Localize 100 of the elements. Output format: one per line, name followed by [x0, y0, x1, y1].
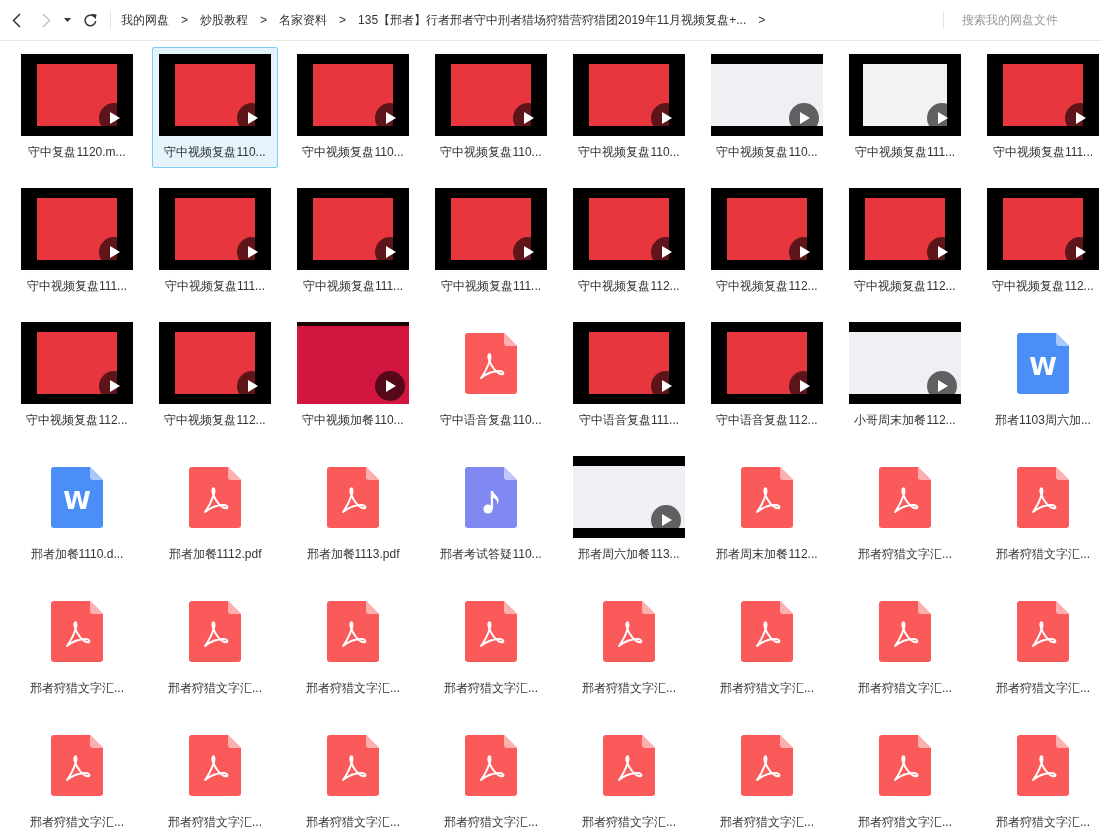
- file-name: 守中视频复盘110...: [164, 144, 266, 160]
- file-tile[interactable]: 守中视频复盘110...: [704, 47, 830, 168]
- file-name: 邢者狩猎文字汇...: [858, 814, 952, 830]
- file-name: 邢者周末加餐112...: [716, 546, 818, 562]
- file-tile[interactable]: 小哥周末加餐112...: [842, 315, 968, 436]
- file-tile[interactable]: 邢者狩猎文字汇...: [842, 583, 968, 704]
- play-icon: [375, 371, 405, 401]
- file-tile[interactable]: 守中视频复盘112...: [980, 181, 1102, 302]
- file-name: 守中视频复盘112...: [992, 278, 1094, 294]
- file-tile[interactable]: 守中视频复盘110...: [566, 47, 692, 168]
- file-tile[interactable]: 守中视频复盘111...: [980, 47, 1102, 168]
- file-tile[interactable]: 邢者狩猎文字汇...: [290, 583, 416, 704]
- file-tile[interactable]: 守中视频复盘110...: [152, 47, 278, 168]
- file-tile[interactable]: 邢者狩猎文字汇...: [14, 583, 140, 704]
- file-tile[interactable]: 邢者狩猎文字汇...: [152, 583, 278, 704]
- file-tile[interactable]: 邢者狩猎文字汇...: [980, 583, 1102, 704]
- file-tile[interactable]: 邢者狩猎文字汇...: [980, 717, 1102, 838]
- file-name: 邢者狩猎文字汇...: [996, 814, 1090, 830]
- file-tile[interactable]: 守中视频复盘111...: [14, 181, 140, 302]
- pdf-file-icon: [603, 600, 655, 662]
- file-tile[interactable]: W 邢者加餐1110.d...: [14, 449, 140, 570]
- pdf-file-icon: [741, 734, 793, 796]
- file-tile[interactable]: 邢者狩猎文字汇...: [704, 583, 830, 704]
- word-file-icon: W: [1017, 332, 1069, 394]
- refresh-icon: [82, 12, 98, 28]
- file-tile[interactable]: 守中视频复盘111...: [428, 181, 554, 302]
- pdf-file-icon: [879, 734, 931, 796]
- file-name: 邢者狩猎文字汇...: [444, 814, 538, 830]
- file-tile[interactable]: 守中视频复盘110...: [290, 47, 416, 168]
- pdf-file-icon: [879, 466, 931, 528]
- file-name: 邢者狩猎文字汇...: [582, 814, 676, 830]
- pdf-file-icon: [741, 466, 793, 528]
- file-name: 邢者狩猎文字汇...: [720, 814, 814, 830]
- file-name: 守中语音复盘112...: [716, 412, 818, 428]
- file-tile[interactable]: W 邢者1103周六加...: [980, 315, 1102, 436]
- pdf-file-icon: [327, 734, 379, 796]
- file-name: 守中视频复盘111...: [164, 278, 266, 294]
- pdf-file-icon: [465, 332, 517, 394]
- pdf-file-icon: [51, 734, 103, 796]
- file-tile[interactable]: 守中视频复盘112...: [704, 181, 830, 302]
- file-name: 守中视频复盘110...: [716, 144, 818, 160]
- file-tile[interactable]: 守中视频复盘112...: [14, 315, 140, 436]
- breadcrumb-item[interactable]: 我的网盘: [121, 12, 169, 28]
- pdf-file-icon: [465, 600, 517, 662]
- file-tile[interactable]: 守中视频复盘111...: [290, 181, 416, 302]
- file-tile[interactable]: 邢者狩猎文字汇...: [152, 717, 278, 838]
- file-tile[interactable]: 邢者加餐1113.pdf: [290, 449, 416, 570]
- file-name: 邢者狩猎文字汇...: [30, 814, 124, 830]
- file-tile[interactable]: 守中视频复盘112...: [566, 181, 692, 302]
- file-tile[interactable]: 邢者狩猎文字汇...: [566, 717, 692, 838]
- file-name: 小哥周末加餐112...: [854, 412, 956, 428]
- pdf-file-icon: [51, 600, 103, 662]
- breadcrumb-item[interactable]: 炒股教程: [200, 12, 248, 28]
- pdf-file-icon: [327, 600, 379, 662]
- file-tile[interactable]: 守中复盘1120.m...: [14, 47, 140, 168]
- file-name: 守中视频复盘112...: [26, 412, 128, 428]
- file-name: 守中视频加餐110...: [302, 412, 404, 428]
- file-name: 守中视频复盘110...: [440, 144, 542, 160]
- breadcrumb-item[interactable]: 名家资料: [279, 12, 328, 28]
- file-tile[interactable]: 邢者狩猎文字汇...: [842, 449, 968, 570]
- file-tile[interactable]: 邢者狩猎文字汇...: [428, 717, 554, 838]
- file-tile[interactable]: 邢者狩猎文字汇...: [290, 717, 416, 838]
- breadcrumb-item[interactable]: 135【邢者】行者邢者守中刑者猎场狩猎营狩猎团2019年11月视频复盘+...: [358, 12, 747, 28]
- pdf-file-icon: [189, 466, 241, 528]
- file-tile[interactable]: 邢者加餐1112.pdf: [152, 449, 278, 570]
- file-name: 守中视频复盘110...: [578, 144, 680, 160]
- file-tile[interactable]: 守中语音复盘110...: [428, 315, 554, 436]
- file-tile[interactable]: 守中视频复盘112...: [152, 315, 278, 436]
- file-name: 守中视频复盘112...: [854, 278, 956, 294]
- file-tile[interactable]: 守中语音复盘111...: [566, 315, 692, 436]
- file-tile[interactable]: 守中视频复盘111...: [152, 181, 278, 302]
- breadcrumb-separator: >: [181, 12, 188, 28]
- file-tile[interactable]: 邢者周六加餐113...: [566, 449, 692, 570]
- file-tile[interactable]: 守中视频复盘111...: [842, 47, 968, 168]
- file-tile[interactable]: 邢者狩猎文字汇...: [14, 717, 140, 838]
- file-tile[interactable]: 邢者狩猎文字汇...: [428, 583, 554, 704]
- file-name: 守中视频复盘111...: [440, 278, 542, 294]
- pdf-file-icon: [741, 600, 793, 662]
- breadcrumb-separator: >: [260, 12, 268, 28]
- file-name: 邢者狩猎文字汇...: [996, 546, 1090, 562]
- pdf-file-icon: [1017, 466, 1069, 528]
- file-name: 守中视频复盘111...: [992, 144, 1094, 160]
- file-name: 守中视频复盘112...: [578, 278, 680, 294]
- file-name: 邢者狩猎文字汇...: [168, 814, 262, 830]
- file-tile[interactable]: 邢者狩猎文字汇...: [704, 717, 830, 838]
- file-tile[interactable]: 邢者狩猎文字汇...: [842, 717, 968, 838]
- file-name: 邢者狩猎文字汇...: [306, 680, 400, 696]
- file-tile[interactable]: 守中语音复盘112...: [704, 315, 830, 436]
- file-name: 邢者狩猎文字汇...: [996, 680, 1090, 696]
- file-tile[interactable]: 守中视频复盘112...: [842, 181, 968, 302]
- pdf-file-icon: [327, 466, 379, 528]
- word-file-icon: W: [51, 466, 103, 528]
- breadcrumb-separator: >: [339, 12, 347, 28]
- file-tile[interactable]: 邢者狩猎文字汇...: [566, 583, 692, 704]
- file-name: 邢者狩猎文字汇...: [858, 546, 952, 562]
- file-tile[interactable]: 守中视频复盘110...: [428, 47, 554, 168]
- file-tile[interactable]: 邢者考试答疑110...: [428, 449, 554, 570]
- file-tile[interactable]: 邢者狩猎文字汇...: [980, 449, 1102, 570]
- file-tile[interactable]: 守中视频加餐110...: [290, 315, 416, 436]
- file-tile[interactable]: 邢者周末加餐112...: [704, 449, 830, 570]
